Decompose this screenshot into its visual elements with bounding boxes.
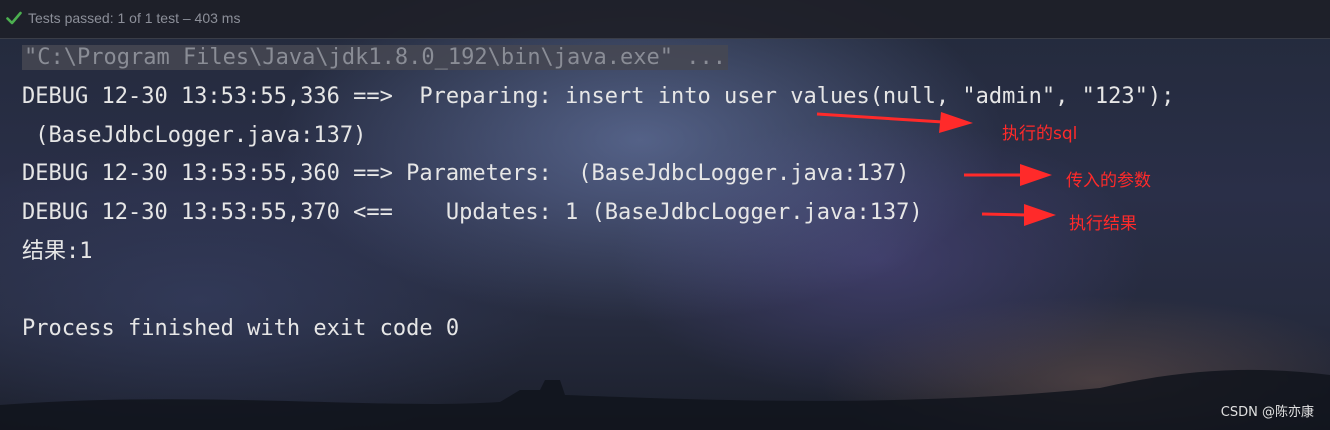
test-status-bar: Tests passed: 1 of 1 test – 403 ms	[0, 0, 1330, 39]
console-line-updates: DEBUG 12-30 13:53:55,370 <== Updates: 1 …	[22, 200, 923, 225]
console-line-source: (BaseJdbcLogger.java:137)	[22, 123, 367, 148]
landscape-silhouette	[0, 369, 1330, 430]
test-status: Tests passed: 1 of 1 test – 403 ms	[6, 10, 240, 26]
arrow-icon	[964, 164, 1052, 186]
console-line-preparing: DEBUG 12-30 13:53:55,336 ==> Preparing: …	[22, 84, 1175, 109]
arrow-icon	[816, 112, 973, 133]
annotation-parameters: 传入的参数	[1066, 171, 1151, 191]
console-line-result: 结果:1	[22, 239, 93, 264]
test-status-text: Tests passed: 1 of 1 test – 403 ms	[28, 10, 241, 26]
annotation-result: 执行结果	[1069, 214, 1137, 234]
console-line-exit: Process finished with exit code 0	[22, 316, 460, 341]
console-output[interactable]: "C:\Program Files\Java\jdk1.8.0_192\bin\…	[22, 40, 1174, 341]
annotation-executed-sql: 执行的sql	[1002, 124, 1078, 144]
arrow-icon	[981, 204, 1056, 226]
java-command[interactable]: "C:\Program Files\Java\jdk1.8.0_192\bin\…	[22, 45, 728, 70]
check-icon	[6, 11, 22, 25]
console-line-command: "C:\Program Files\Java\jdk1.8.0_192\bin\…	[22, 42, 728, 74]
watermark: CSDN @陈亦康	[1220, 405, 1314, 420]
console-line-parameters: DEBUG 12-30 13:53:55,360 ==> Parameters:…	[22, 161, 910, 186]
